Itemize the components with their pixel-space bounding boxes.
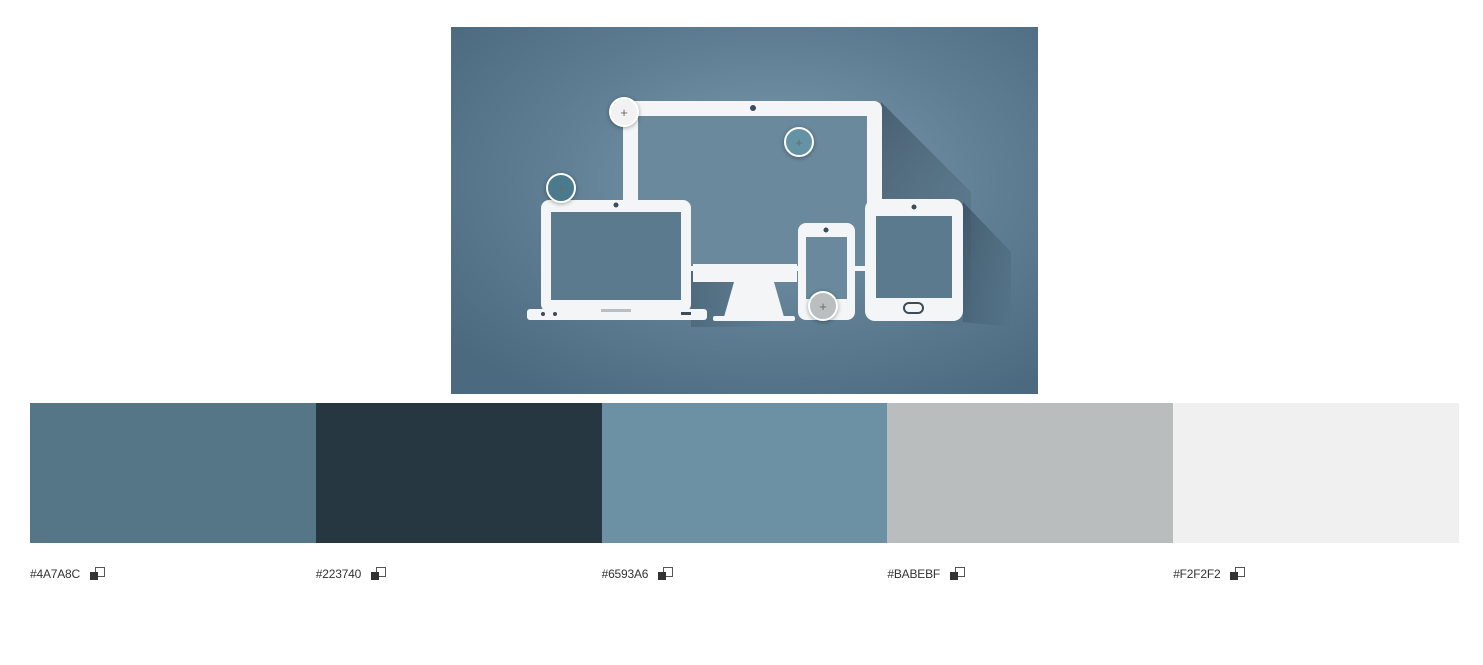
swatch-label: #6593A6 [602, 563, 888, 585]
color-picker-handle[interactable]: + [784, 127, 814, 157]
copy-icon[interactable] [950, 567, 966, 581]
tablet-shape [865, 199, 963, 321]
laptop-shape [527, 200, 707, 320]
palette-page: + + + + #4A7A8C #223740 #6593A6 #BABEBF … [0, 0, 1483, 665]
copy-icon[interactable] [371, 567, 387, 581]
swatch-label: #BABEBF [887, 563, 1173, 585]
color-swatch[interactable] [1173, 403, 1459, 543]
hex-code: #223740 [315, 567, 362, 581]
swatch-label: #F2F2F2 [1173, 563, 1459, 585]
copy-icon[interactable] [658, 567, 674, 581]
color-picker-handle[interactable]: + [546, 173, 576, 203]
color-swatch[interactable] [601, 403, 888, 543]
hex-code: #6593A6 [601, 567, 649, 581]
devices-illustration [451, 27, 1038, 394]
plus-icon: + [795, 134, 803, 150]
plus-icon: + [819, 298, 827, 314]
source-image: + + + + [451, 27, 1038, 394]
swatch-label: #223740 [316, 563, 602, 585]
copy-icon[interactable] [1230, 567, 1246, 581]
palette-swatches [30, 403, 1459, 543]
color-swatch[interactable] [315, 403, 602, 543]
palette-labels: #4A7A8C #223740 #6593A6 #BABEBF #F2F2F2 [30, 563, 1459, 585]
color-picker-handle[interactable]: + [609, 97, 639, 127]
swatch-label: #4A7A8C [30, 563, 316, 585]
plus-icon: + [620, 104, 628, 120]
hex-code: #4A7A8C [30, 567, 80, 581]
color-swatch[interactable] [30, 403, 316, 543]
color-picker-handle[interactable]: + [808, 291, 838, 321]
hex-code: #BABEBF [887, 567, 941, 581]
color-swatch[interactable] [887, 403, 1174, 543]
plus-icon: + [557, 180, 565, 196]
copy-icon[interactable] [89, 567, 105, 581]
hex-code: #F2F2F2 [1173, 567, 1221, 581]
